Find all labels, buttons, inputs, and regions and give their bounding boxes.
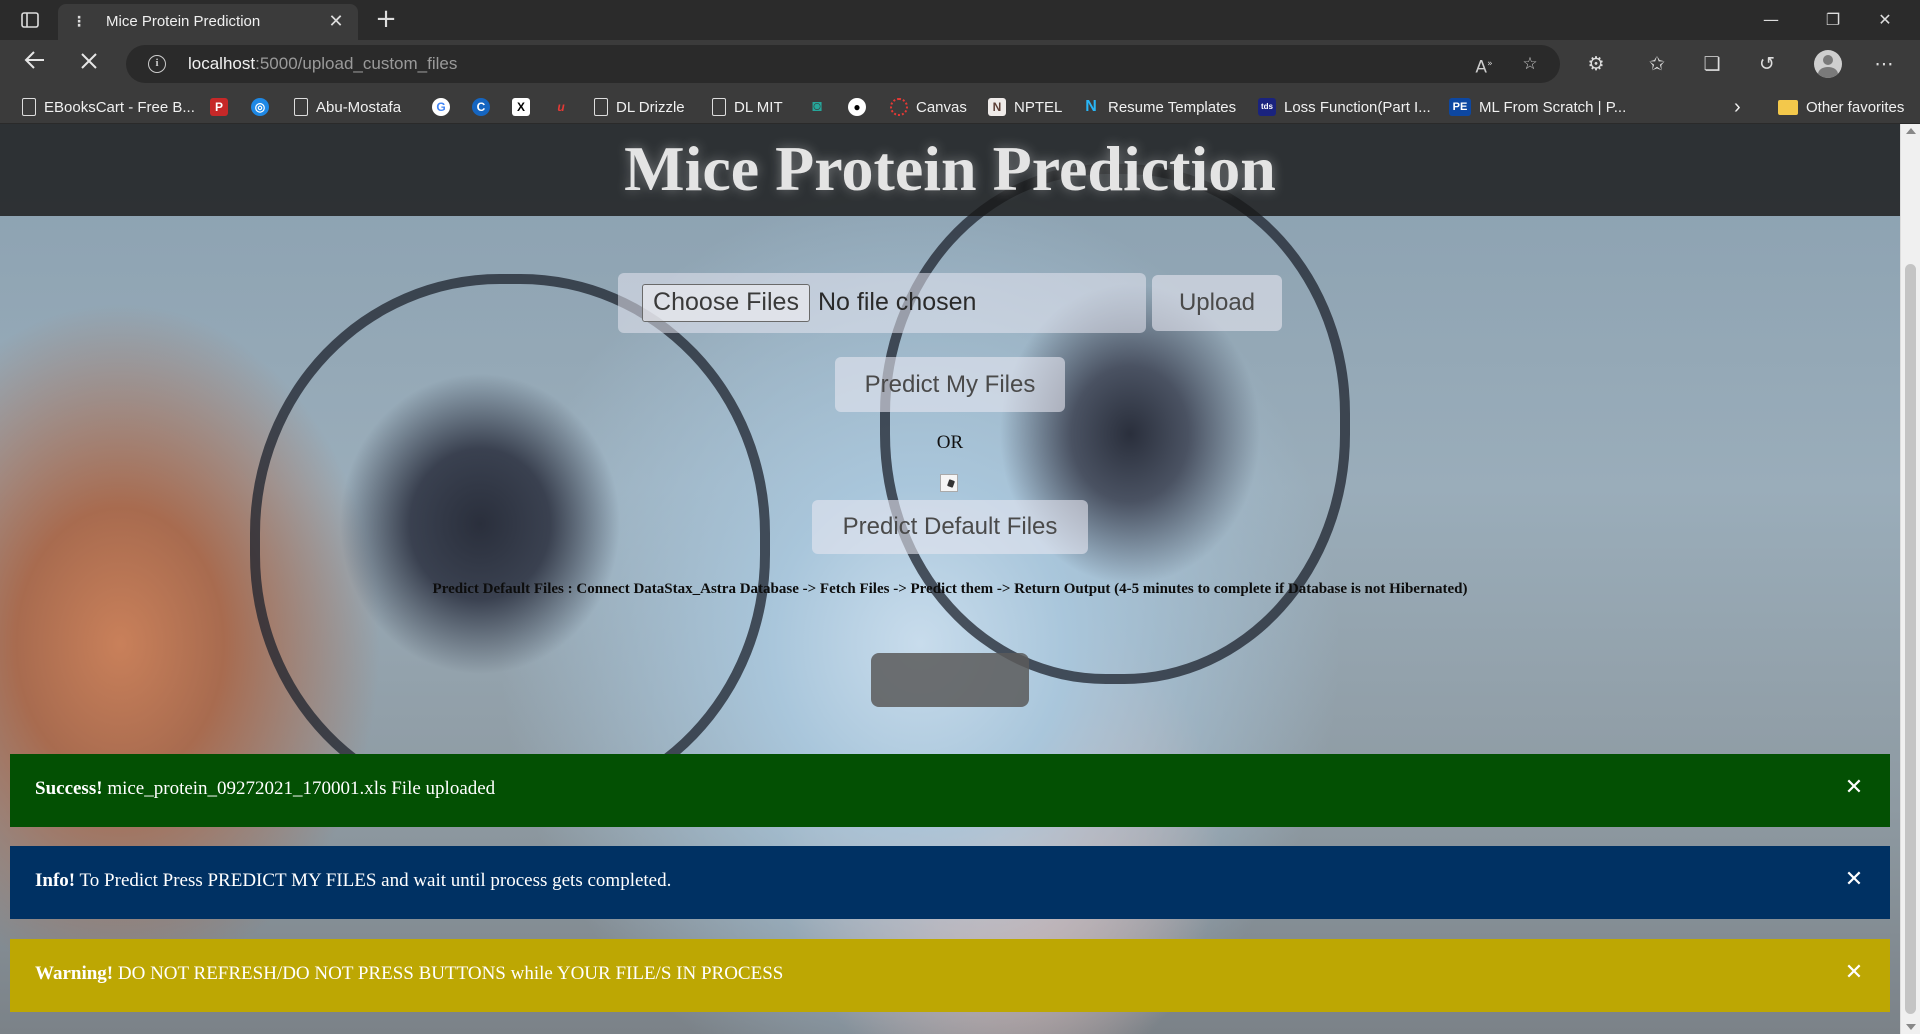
scrollbar-thumb[interactable] (1905, 264, 1916, 1014)
bookmark-other-favorites[interactable]: Other favorites (1778, 96, 1904, 118)
close-icon[interactable]: ✕ (1843, 868, 1865, 892)
history-icon[interactable]: ↺ (1753, 52, 1781, 76)
page-icon (712, 98, 726, 116)
tab-loading-icon: ⋮ (72, 14, 86, 30)
bookmark-x[interactable]: X (512, 96, 530, 118)
tab-title: Mice Protein Prediction (106, 13, 261, 30)
profile-avatar[interactable] (1814, 50, 1842, 78)
globe-blue-icon: ◎ (251, 98, 269, 116)
add-favorite-icon[interactable]: ☆ (1518, 53, 1542, 75)
bookmark-ml-from-scratch[interactable]: PE ML From Scratch | P... (1449, 96, 1626, 118)
new-tab-button[interactable]: + (372, 6, 400, 34)
background-goggle-right (880, 164, 1350, 684)
bookmark-abu-mostafa[interactable]: Abu-Mostafa (294, 96, 401, 118)
alert-label: Info! (35, 870, 76, 891)
bookmark-u[interactable]: u (552, 96, 570, 118)
bookmark-spiral[interactable]: ◙ (808, 96, 826, 118)
navigation-bar: i localhost:5000/upload_custom_files A» … (0, 40, 1920, 88)
predict-my-files-button[interactable]: Predict My Files (835, 357, 1065, 412)
folder-icon (1778, 99, 1798, 115)
scroll-up-icon[interactable] (1906, 128, 1916, 134)
pe-icon: PE (1449, 98, 1471, 116)
bookmark-nptel[interactable]: N NPTEL (988, 96, 1062, 118)
address-bar[interactable]: i localhost:5000/upload_custom_files A» … (126, 45, 1560, 83)
tab-close-icon[interactable]: ✕ (326, 12, 346, 32)
choose-files-button[interactable]: Choose Files (642, 284, 810, 322)
spiral-icon: ◙ (812, 98, 822, 115)
background-goggle-left (250, 274, 770, 814)
google-icon: G (432, 98, 450, 116)
vertical-scrollbar[interactable] (1900, 124, 1920, 1034)
site-info-icon[interactable]: i (148, 55, 166, 73)
bookmark-github[interactable]: ● (848, 96, 866, 118)
window-close-button[interactable]: ✕ (1862, 0, 1908, 40)
bookmark-ebookscart[interactable]: EBooksCart - Free B... (22, 96, 195, 118)
page-icon (594, 98, 608, 116)
bookmark-c[interactable]: C (472, 96, 490, 118)
read-aloud-icon[interactable]: A» (1472, 53, 1496, 78)
alert-text: mice_protein_09272021_170001.xls File up… (102, 778, 496, 799)
nptel-icon: N (988, 98, 1006, 116)
alert-label: Success! (35, 778, 103, 799)
bookmarks-bar: EBooksCart - Free B... P ◎ Abu-Mostafa G… (0, 88, 1920, 124)
bookmark-dl-mit[interactable]: DL MIT (712, 96, 783, 118)
favorites-icon[interactable]: ✩ (1643, 52, 1671, 76)
file-input[interactable]: Choose Files No file chosen (618, 273, 1146, 333)
collections-icon[interactable]: ❏ (1698, 52, 1726, 76)
bookmarks-overflow-chevron-icon[interactable]: › (1734, 96, 1741, 118)
predict-default-files-button[interactable]: Predict Default Files (812, 500, 1088, 554)
bookmark-pdf[interactable]: P (210, 96, 228, 118)
tab-actions-icon[interactable] (14, 8, 46, 32)
x-icon: X (512, 98, 530, 116)
close-icon[interactable]: ✕ (1843, 776, 1865, 800)
alert-text: To Predict Press PREDICT MY FILES and wa… (75, 870, 672, 891)
close-icon[interactable]: ✕ (1843, 961, 1865, 985)
extensions-icon[interactable]: ⚙ (1582, 52, 1610, 76)
scroll-down-icon[interactable] (1906, 1024, 1916, 1030)
more-menu-icon[interactable]: ⋯ (1870, 52, 1898, 76)
success-alert: Success! mice_protein_09272021_170001.xl… (10, 754, 1890, 827)
n-logo-icon: N (1085, 98, 1097, 115)
default-files-description: Predict Default Files : Connect DataStax… (432, 581, 1468, 597)
info-alert: Info! To Predict Press PREDICT MY FILES … (10, 846, 1890, 919)
or-separator: OR (936, 432, 964, 453)
minimize-button[interactable]: — (1748, 0, 1794, 40)
back-button[interactable] (19, 48, 51, 80)
bookmark-resume-templates[interactable]: N Resume Templates (1082, 96, 1236, 118)
canvas-icon (890, 98, 908, 116)
pdf-icon: P (210, 98, 228, 116)
page-title: Mice Protein Prediction (624, 133, 1276, 204)
alert-label: Warning! (35, 963, 114, 984)
warning-alert: Warning! DO NOT REFRESH/DO NOT PRESS BUT… (10, 939, 1890, 1012)
broken-image-icon (940, 474, 958, 492)
tab-bar: ⋮ Mice Protein Prediction ✕ + — ❐ ✕ (0, 0, 1920, 40)
dark-action-button[interactable] (871, 653, 1029, 707)
page-icon (294, 98, 308, 116)
alert-text: DO NOT REFRESH/DO NOT PRESS BUTTONS whil… (113, 963, 784, 984)
bookmark-loss-function[interactable]: tds Loss Function(Part I... (1258, 96, 1431, 118)
upload-button[interactable]: Upload (1152, 275, 1282, 331)
browser-tab[interactable]: ⋮ Mice Protein Prediction ✕ (58, 4, 358, 40)
page-icon (22, 98, 36, 116)
address-url[interactable]: localhost:5000/upload_custom_files (188, 54, 457, 74)
page-header: Mice Protein Prediction (0, 124, 1900, 216)
c-icon: C (472, 98, 490, 116)
stop-loading-button[interactable] (73, 48, 105, 80)
github-icon: ● (848, 98, 866, 116)
tds-icon: tds (1258, 98, 1276, 116)
restore-button[interactable]: ❐ (1810, 0, 1856, 40)
bookmark-globe[interactable]: ◎ (251, 96, 269, 118)
u-icon: u (557, 100, 565, 114)
bookmark-google[interactable]: G (432, 96, 450, 118)
bookmark-canvas[interactable]: Canvas (890, 96, 967, 118)
page-viewport: Mice Protein Prediction Choose Files No … (0, 124, 1900, 1034)
no-file-label: No file chosen (818, 288, 977, 316)
bookmark-dl-drizzle[interactable]: DL Drizzle (594, 96, 685, 118)
